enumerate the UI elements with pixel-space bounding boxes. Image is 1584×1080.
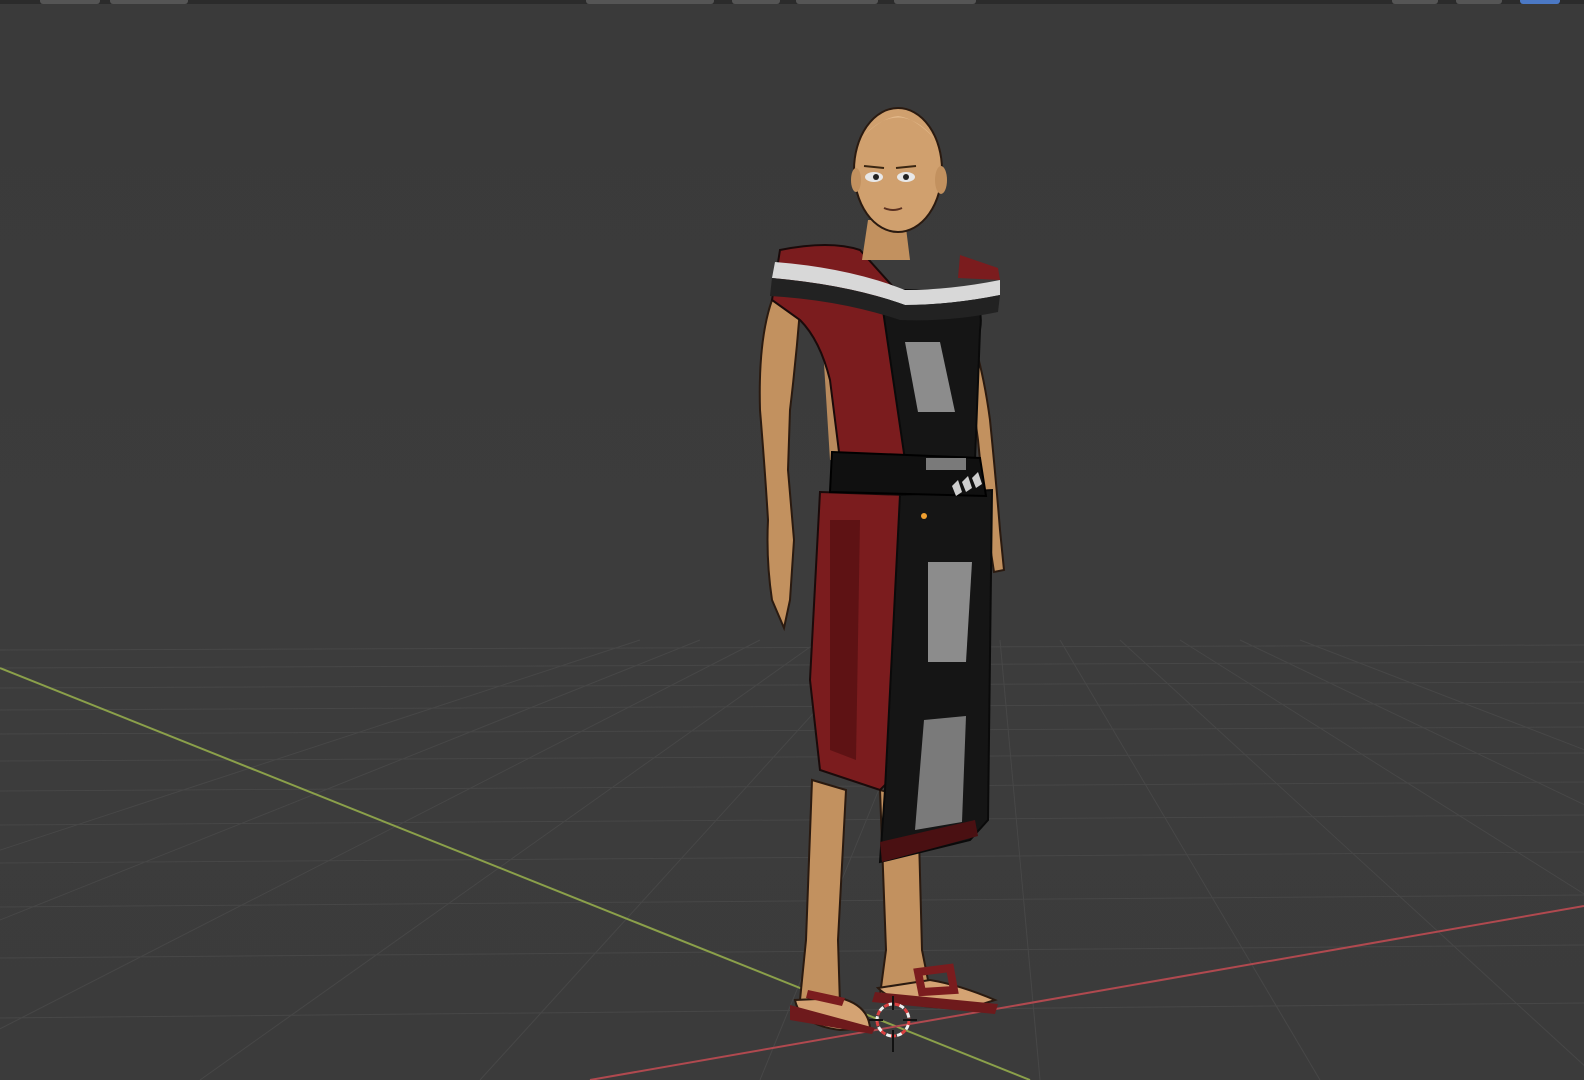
- character-model[interactable]: [758, 107, 1006, 1034]
- viewport-canvas: [0, 107, 1584, 1080]
- 3d-viewport[interactable]: [0, 0, 1584, 1080]
- x-axis-line: [589, 905, 1584, 1080]
